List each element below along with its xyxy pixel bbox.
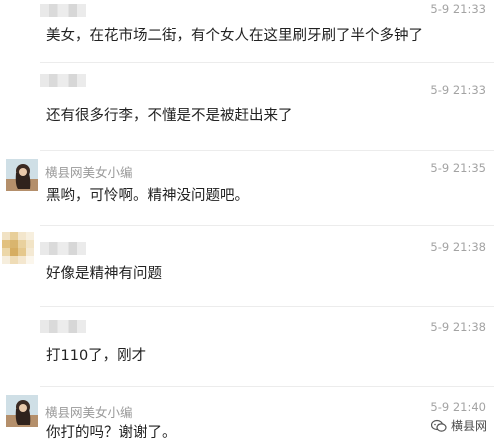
redacted-sender-name: [40, 74, 86, 87]
message-text: 打110了，刚才: [46, 348, 147, 364]
pixelated-avatar[interactable]: [2, 232, 34, 264]
message-text: 黑哟，可怜啊。精神没问题吧。: [46, 188, 249, 204]
photo-avatar-icon: [6, 395, 38, 427]
message-time: 5-9 21:33: [430, 2, 486, 16]
message-text: 还有很多行李，不懂是不是被赶出来了: [46, 108, 293, 124]
message-time: 5-9 21:33: [430, 83, 486, 97]
watermark-label: 横县网: [450, 419, 487, 433]
sender-name[interactable]: 横县网美女小编: [45, 162, 133, 181]
message: 5-9 21:38 打110了，刚才: [0, 307, 494, 389]
redacted-sender-name: [40, 320, 86, 333]
message: 5-9 21:33 美女，在花市场二街，有个女人在这里刷牙刷了半个多钟了: [0, 0, 494, 62]
message-text: 好像是精神有问题: [46, 266, 162, 282]
message: 5-9 21:33 还有很多行李，不懂是不是被赶出来了: [0, 63, 494, 153]
message: 5-9 21:38 好像是精神有问题: [0, 226, 494, 306]
message-time: 5-9 21:38: [430, 240, 486, 254]
avatar[interactable]: [6, 159, 38, 191]
message-text: 美女，在花市场二街，有个女人在这里刷牙刷了半个多钟了: [46, 28, 423, 44]
chat-thread: 5-9 21:33 美女，在花市场二街，有个女人在这里刷牙刷了半个多钟了 5-9…: [0, 0, 494, 441]
message: 横县网美女小编 5-9 21:35 黑哟，可怜啊。精神没问题吧。: [0, 151, 494, 223]
redacted-sender-name: [40, 4, 86, 17]
message-time: 5-9 21:38: [430, 320, 486, 334]
message-time: 5-9 21:40: [430, 400, 486, 414]
photo-avatar-icon: [6, 159, 38, 191]
message-time: 5-9 21:35: [430, 161, 486, 175]
message: 横县网美女小编 5-9 21:40 你打的吗？谢谢了。: [0, 387, 494, 441]
wechat-channel-icon: [430, 419, 447, 433]
watermark: 横县网: [430, 417, 487, 434]
avatar[interactable]: [6, 395, 38, 427]
sender-name[interactable]: 横县网美女小编: [45, 402, 133, 421]
redacted-sender-name: [40, 242, 86, 255]
